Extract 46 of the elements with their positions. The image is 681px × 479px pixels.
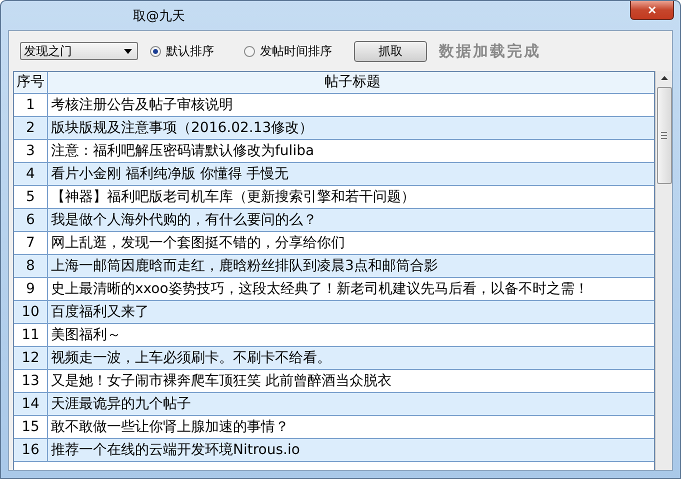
caret-icon bbox=[124, 48, 132, 54]
row-number: 10 bbox=[14, 301, 48, 323]
radio-label: 默认排序 bbox=[166, 42, 214, 60]
row-number: 8 bbox=[14, 255, 48, 277]
row-number: 6 bbox=[14, 209, 48, 231]
column-header: 序号 bbox=[14, 72, 48, 93]
row-number: 9 bbox=[14, 278, 48, 300]
row-number: 2 bbox=[14, 117, 48, 139]
row-number: 3 bbox=[14, 140, 48, 162]
post-title[interactable]: 版块版规及注意事项（2016.02.13修改） bbox=[48, 117, 654, 139]
post-title[interactable]: 视频走一波，上车必须刷卡。不刷卡不给看。 bbox=[48, 347, 654, 369]
post-title[interactable]: 敢不敢做一些让你肾上腺加速的事情？ bbox=[48, 416, 654, 438]
post-title[interactable]: 网上乱逛，发现一个套图挺不错的，分享给你们 bbox=[48, 232, 654, 254]
row-number: 7 bbox=[14, 232, 48, 254]
row-number: 1 bbox=[14, 94, 48, 116]
post-title[interactable]: 百度福利又来了 bbox=[48, 301, 654, 323]
post-title[interactable]: 上海一邮筒因鹿晗而走红，鹿晗粉丝排队到凌晨3点和邮筒合影 bbox=[48, 255, 654, 277]
status-text: 数据加载完成 bbox=[439, 42, 541, 60]
post-title[interactable]: 史上最清晰的xxoo姿势技巧，这段太经典了！新老司机建议先马后看，以备不时之需！ bbox=[48, 278, 654, 300]
row-number: 16 bbox=[14, 439, 48, 461]
row-number: 5 bbox=[14, 186, 48, 208]
scroll-thumb[interactable] bbox=[656, 87, 672, 184]
scrollbar[interactable] bbox=[655, 71, 672, 470]
radio-button[interactable] bbox=[150, 46, 161, 56]
fetch-button[interactable]: 抓取 bbox=[354, 40, 427, 62]
post-title[interactable]: 推荐一个在线的云端开发环境Nitrous.io bbox=[48, 439, 654, 461]
post-title[interactable]: 考核注册公告及帖子审核说明 bbox=[48, 94, 654, 116]
window-title: 取@九天 bbox=[133, 8, 185, 24]
row-number: 12 bbox=[14, 347, 48, 369]
post-title[interactable]: 看片小金刚 福利纯净版 你懂得 手慢无 bbox=[48, 163, 654, 185]
post-title[interactable]: 【神器】福利吧版老司机车库（更新搜索引擎和若干问题） bbox=[48, 186, 654, 208]
row-number: 13 bbox=[14, 370, 48, 392]
column-header: 帖子标题 bbox=[324, 73, 382, 92]
post-title[interactable]: 天涯最诡异的九个帖子 bbox=[48, 393, 654, 415]
row-number: 15 bbox=[14, 416, 48, 438]
row-number: 14 bbox=[14, 393, 48, 415]
post-title[interactable]: 我是做个人海外代购的，有什么要问的么？ bbox=[48, 209, 654, 231]
post-title[interactable]: 注意：福利吧解压密码请默认修改为fuliba bbox=[48, 140, 654, 162]
radio-label: 发帖时间排序 bbox=[260, 42, 332, 60]
row-number: 11 bbox=[14, 324, 48, 346]
row-number: 4 bbox=[14, 163, 48, 185]
post-title[interactable]: 美图福利～ bbox=[48, 324, 654, 346]
radio-button[interactable] bbox=[244, 46, 255, 56]
close-button[interactable]: ✕ bbox=[630, 1, 674, 20]
category-dropdown[interactable]: 发现之门 bbox=[20, 42, 138, 60]
post-title[interactable]: 又是她！女子闹市裸奔爬车顶狂笑 此前曾醉酒当众脱衣 bbox=[48, 370, 654, 392]
